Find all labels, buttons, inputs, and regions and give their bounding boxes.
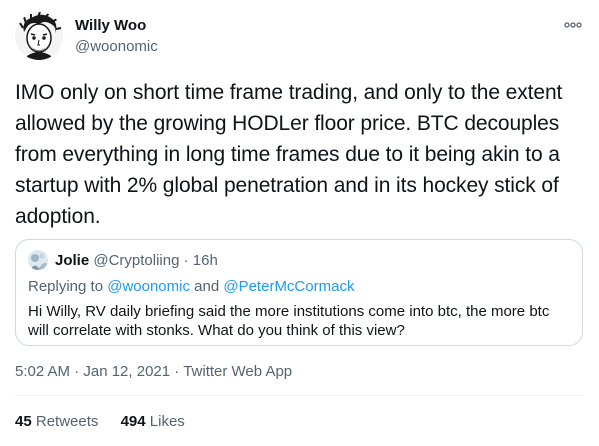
- quoted-tweet-text: Hi Willy, RV daily briefing said the mor…: [28, 303, 550, 339]
- replying-and-label: and: [194, 278, 220, 295]
- likes-label: Likes: [149, 413, 185, 430]
- engagement-stats: 45 Retweets 494 Likes: [15, 413, 203, 430]
- quoted-replying-to: Replying to @woonomic and @PeterMcCormac…: [28, 278, 354, 295]
- metadata-separator: ·: [174, 363, 180, 380]
- quoted-author-name: Jolie: [55, 252, 90, 269]
- more-options-button[interactable]: [563, 18, 583, 32]
- quoted-tweet[interactable]: Jolie @Cryptoliing · 16h Replying to @wo…: [15, 239, 583, 346]
- tweet-timestamp[interactable]: 5:02 AM · Jan 12, 2021: [15, 363, 170, 380]
- tweet-source[interactable]: Twitter Web App: [183, 363, 292, 380]
- retweets-count: 45: [15, 413, 32, 430]
- likes-stat[interactable]: 494 Likes: [121, 413, 185, 430]
- retweets-stat[interactable]: 45 Retweets: [15, 413, 103, 430]
- retweets-label: Retweets: [35, 413, 99, 430]
- author-handle[interactable]: @woonomic: [75, 38, 158, 55]
- tweet-metadata: 5:02 AM · Jan 12, 2021 · Twitter Web App: [15, 363, 292, 380]
- mention-link-woonomic[interactable]: @woonomic: [107, 278, 190, 295]
- quoted-time-ago: 16h: [192, 252, 218, 269]
- tweet-text: IMO only on short time frame trading, an…: [15, 81, 563, 228]
- quoted-author-handle: @Cryptoliing: [93, 252, 180, 269]
- quoted-author-avatar: [28, 250, 48, 270]
- more-dots-icon: [564, 22, 582, 28]
- divider: [15, 395, 584, 396]
- author-avatar[interactable]: [15, 12, 63, 60]
- quoted-separator: ·: [183, 252, 189, 269]
- replying-to-label: Replying to: [28, 278, 104, 295]
- likes-count: 494: [120, 413, 146, 430]
- mention-link-petermccormack[interactable]: @PeterMcCormack: [223, 278, 354, 295]
- author-name[interactable]: Willy Woo: [75, 17, 146, 34]
